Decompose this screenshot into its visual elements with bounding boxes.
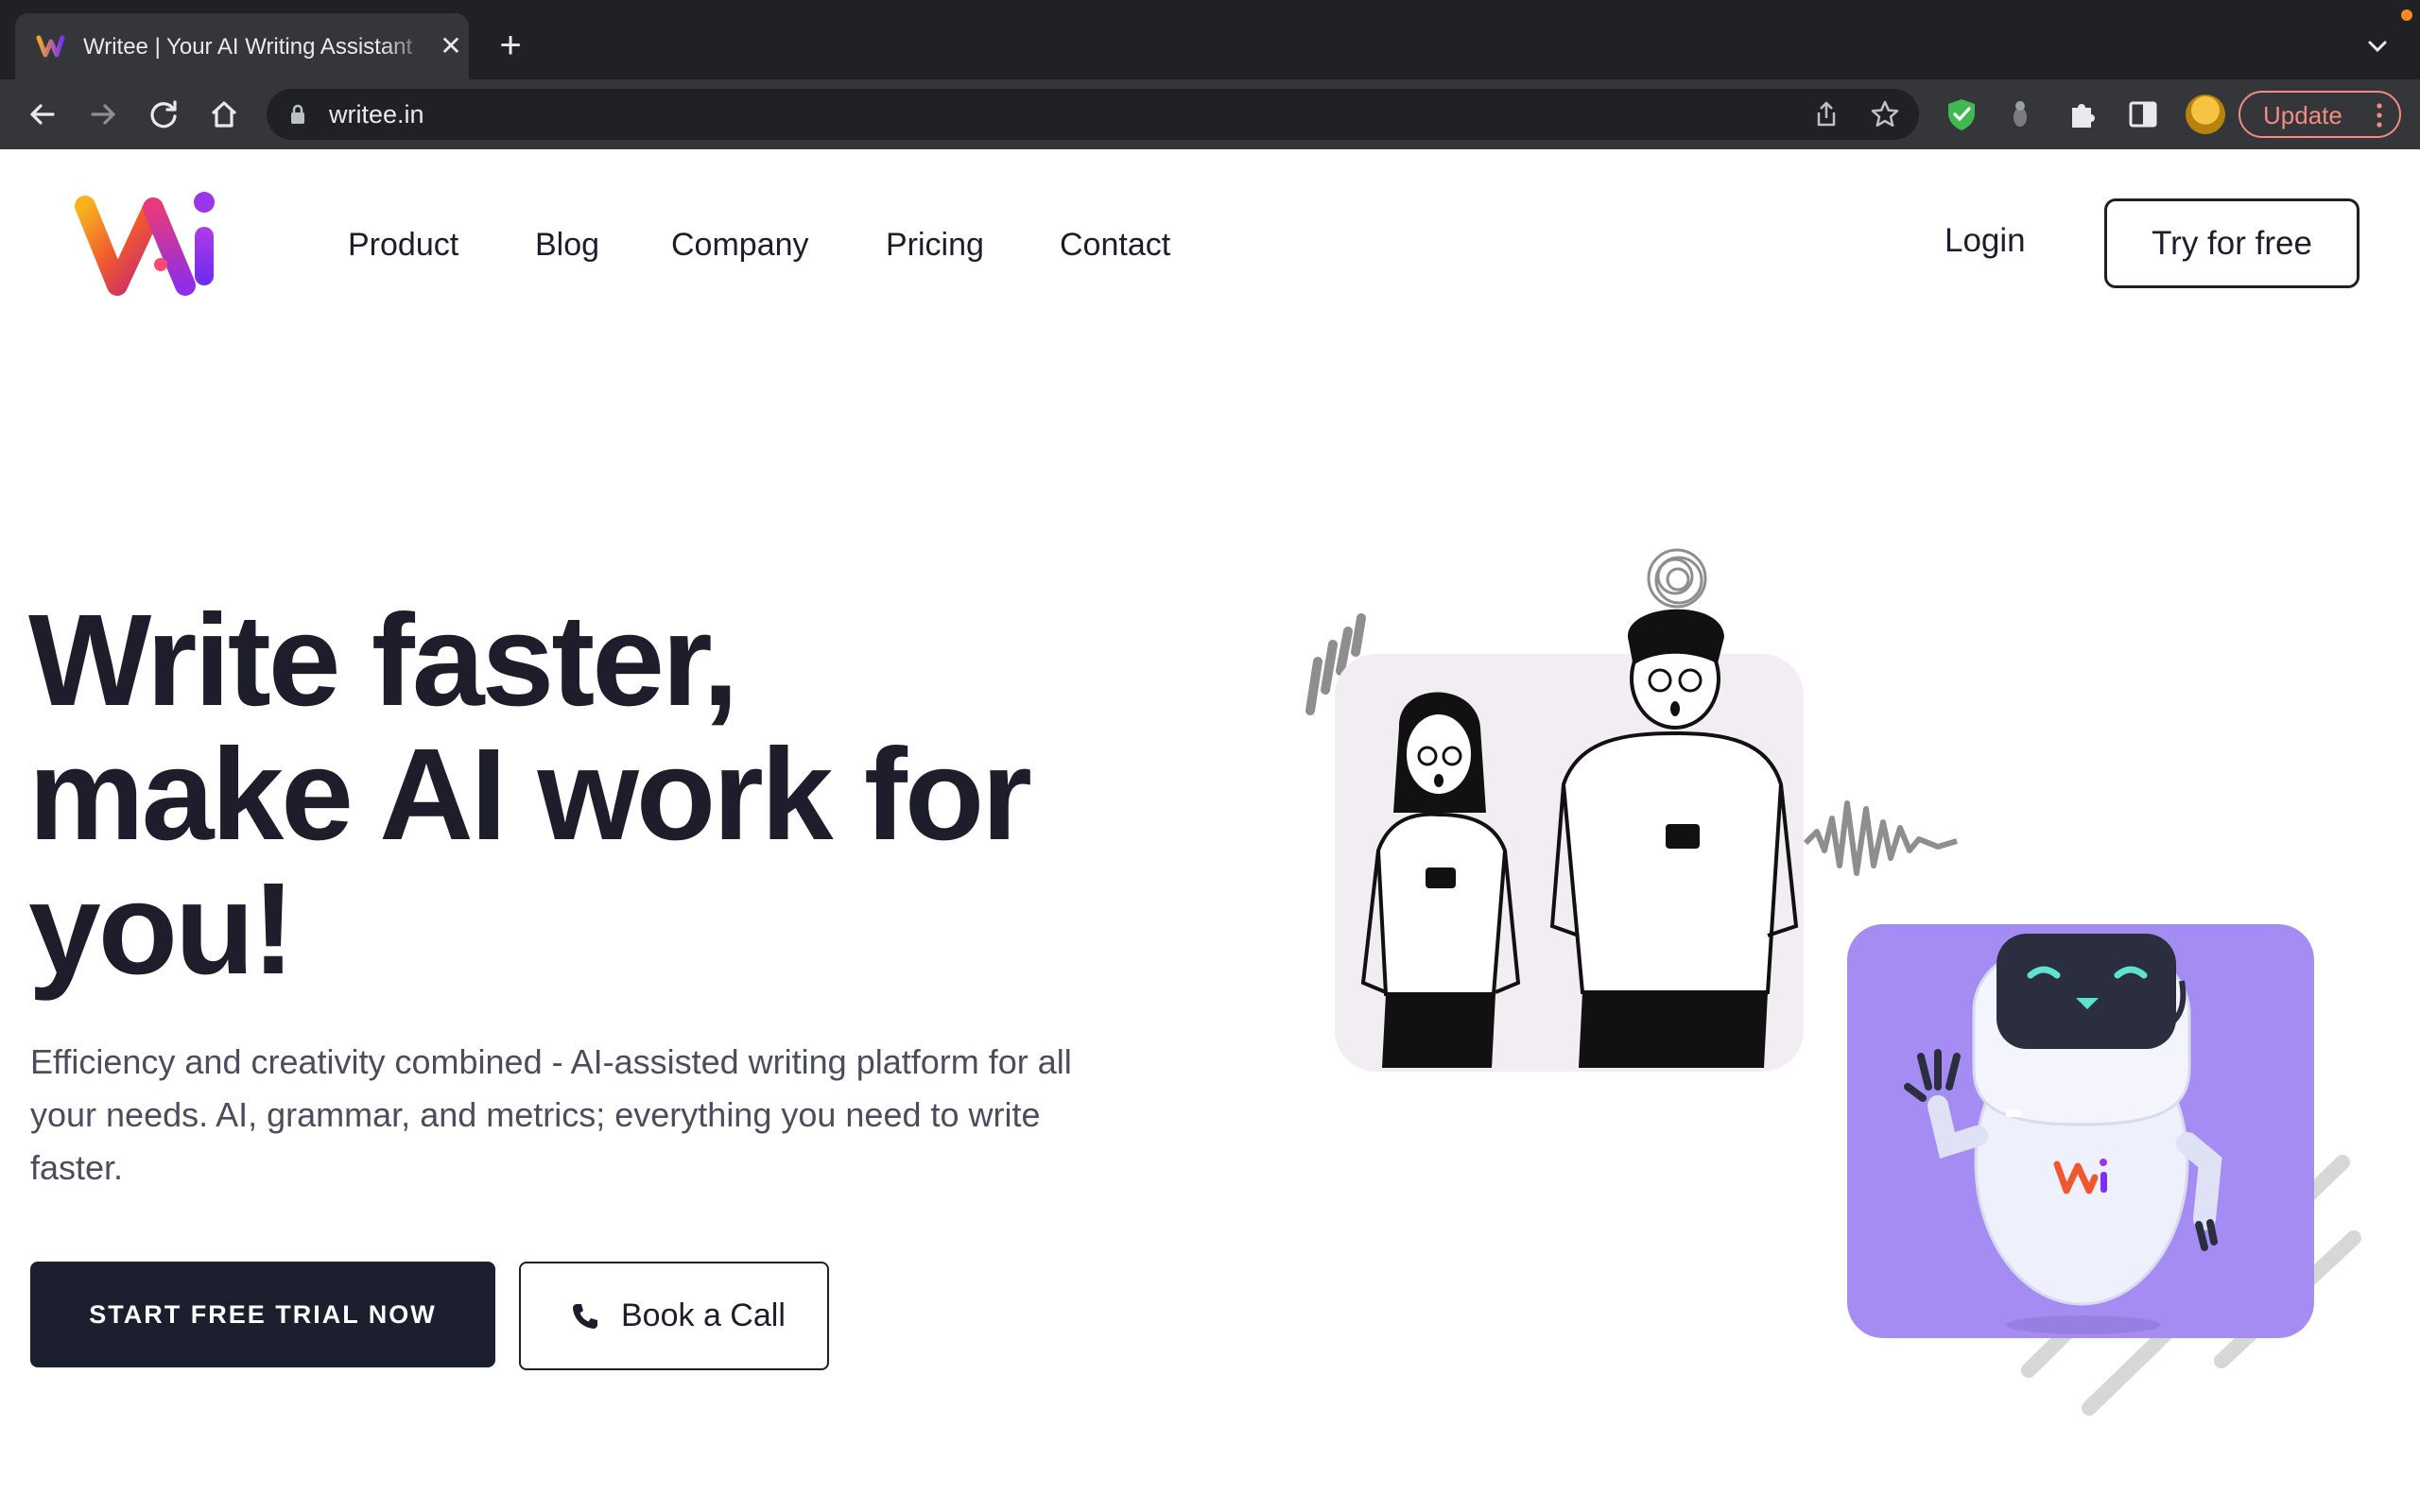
bookmark-star-icon[interactable] [1870, 99, 1900, 129]
start-free-trial-button[interactable]: START FREE TRIAL NOW [30, 1262, 495, 1367]
browser-tab-strip: Writee | Your AI Writing Assistant ✕ + [0, 0, 2420, 79]
update-button[interactable]: Update [2238, 91, 2401, 138]
forward-icon[interactable] [83, 94, 123, 134]
tab-close-icon[interactable]: ✕ [437, 32, 465, 60]
nav-pricing[interactable]: Pricing [886, 223, 984, 266]
writee-logo[interactable] [74, 187, 234, 302]
profile-avatar[interactable] [2186, 94, 2225, 134]
nav-company[interactable]: Company [671, 223, 809, 266]
share-icon[interactable] [1811, 99, 1841, 129]
hero-title-line-3: you! [28, 856, 295, 1002]
book-a-call-button[interactable]: Book a Call [519, 1262, 829, 1370]
address-bar[interactable]: writee.in [267, 89, 1919, 140]
try-for-free-button[interactable]: Try for free [2104, 198, 2360, 288]
extension-icon[interactable] [2002, 96, 2038, 132]
start-free-trial-label: START FREE TRIAL NOW [89, 1300, 437, 1329]
browser-tab-active[interactable]: Writee | Your AI Writing Assistant ✕ [15, 13, 469, 79]
scribble-decoration [1647, 548, 1707, 609]
puzzle-icon[interactable] [2065, 96, 2100, 132]
reload-icon[interactable] [144, 94, 183, 134]
tab-title: Writee | Your AI Writing Assistant [83, 34, 413, 60]
tab-search-chevron-icon[interactable] [2363, 32, 2392, 60]
lock-icon[interactable] [289, 103, 306, 126]
writee-favicon-icon [36, 35, 65, 58]
back-icon[interactable] [23, 94, 62, 134]
update-label: Update [2263, 101, 2342, 129]
phone-icon [573, 1304, 597, 1329]
browser-toolbar: writee.in Update [0, 79, 2420, 149]
login-link[interactable]: Login [1945, 219, 2026, 263]
sidepanel-icon[interactable] [2125, 96, 2161, 132]
hero-title-line-1: Write faster, [28, 588, 738, 733]
try-for-free-label: Try for free [2152, 225, 2312, 262]
home-icon[interactable] [204, 94, 244, 134]
hero-title: Write faster, make AI work for you! [28, 593, 1163, 996]
menu-dots-icon[interactable] [2377, 102, 2382, 129]
book-a-call-label: Book a Call [621, 1297, 786, 1333]
hero-illustration [1305, 548, 2361, 1416]
url-text[interactable]: writee.in [329, 99, 424, 129]
notification-dot [2401, 9, 2412, 21]
sound-wave-decoration [1803, 800, 1958, 876]
hero-subtitle: Efficiency and creativity combined - AI-… [30, 1042, 1072, 1187]
nav-blog[interactable]: Blog [535, 223, 599, 266]
nav-contact[interactable]: Contact [1060, 223, 1170, 266]
nav-product[interactable]: Product [348, 223, 458, 266]
new-tab-icon[interactable]: + [493, 26, 527, 64]
hero-title-line-2: make AI work for [28, 722, 1032, 868]
shield-extension-icon[interactable] [1944, 96, 1979, 132]
